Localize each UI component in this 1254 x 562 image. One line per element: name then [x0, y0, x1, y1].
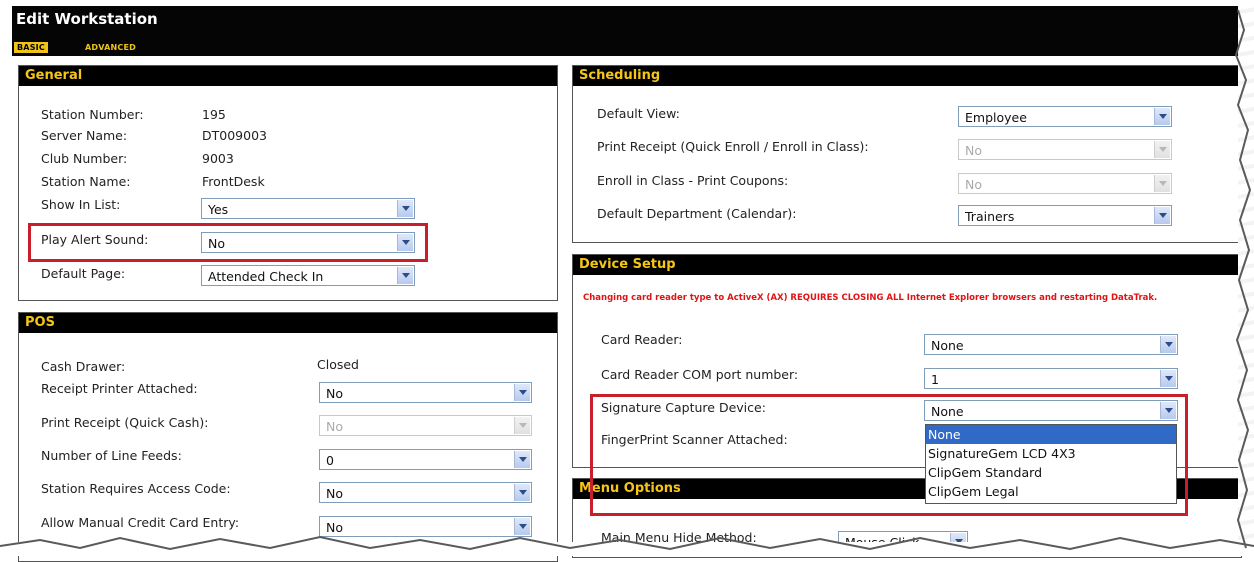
chevron-down-icon	[397, 267, 413, 284]
chevron-down-icon	[397, 200, 413, 217]
receipt-printer-select[interactable]: No	[319, 382, 532, 403]
pos-panel: POS Cash Drawer: Closed Receipt Printer …	[18, 312, 558, 562]
chevron-down-icon	[1154, 141, 1170, 158]
print-receipt-quick-cash-value: No	[326, 419, 343, 434]
chevron-down-icon	[1160, 336, 1176, 353]
line-feeds-value: 0	[326, 453, 334, 468]
chevron-down-icon	[514, 384, 530, 401]
print-receipt-enroll-label: Print Receipt (Quick Enroll / Enroll in …	[597, 139, 869, 154]
edit-workstation-screen: Edit Workstation Basic Advanced General …	[0, 0, 1254, 562]
tab-advanced[interactable]: Advanced	[82, 42, 139, 53]
signature-option-none[interactable]: None	[926, 425, 1176, 444]
com-port-label: Card Reader COM port number:	[601, 367, 799, 382]
device-setup-panel-title: Device Setup	[573, 255, 1241, 275]
torn-edge-bottom	[0, 542, 1254, 556]
access-code-label: Station Requires Access Code:	[41, 481, 231, 496]
signature-option-signaturegem[interactable]: SignatureGem LCD 4X3	[926, 444, 1176, 463]
com-port-select[interactable]: 1	[924, 368, 1178, 389]
default-view-select[interactable]: Employee	[958, 106, 1172, 127]
tab-basic[interactable]: Basic	[14, 42, 48, 53]
page-title: Edit Workstation	[16, 10, 158, 28]
print-coupons-select: No	[958, 173, 1172, 194]
default-page-label: Default Page:	[41, 266, 126, 281]
cash-drawer-value: Closed	[317, 357, 359, 372]
print-receipt-quick-cash-select: No	[319, 415, 532, 436]
torn-edge-right	[1238, 0, 1254, 556]
default-view-value: Employee	[965, 110, 1027, 125]
station-number-value: 195	[202, 107, 226, 122]
chevron-down-icon	[1154, 108, 1170, 125]
station-number-label: Station Number:	[41, 107, 144, 122]
card-reader-warning: Changing card reader type to ActiveX (AX…	[583, 293, 1158, 303]
chevron-down-icon	[514, 484, 530, 501]
scheduling-panel: Scheduling Default View: Employee Print …	[572, 65, 1242, 243]
club-number-label: Club Number:	[41, 151, 128, 166]
server-name-value: DT009003	[202, 128, 267, 143]
club-number-value: 9003	[202, 151, 234, 166]
show-in-list-value: Yes	[208, 202, 229, 217]
play-alert-sound-highlight	[28, 223, 428, 262]
print-coupons-value: No	[965, 177, 982, 192]
default-department-label: Default Department (Calendar):	[597, 206, 797, 221]
com-port-value: 1	[931, 372, 939, 387]
print-receipt-quick-cash-label: Print Receipt (Quick Cash):	[41, 415, 209, 430]
print-coupons-label: Enroll in Class - Print Coupons:	[597, 173, 789, 188]
default-department-select[interactable]: Trainers	[958, 205, 1172, 226]
line-feeds-select[interactable]: 0	[319, 449, 532, 470]
manual-credit-label: Allow Manual Credit Card Entry:	[41, 515, 240, 530]
manual-credit-value: No	[326, 520, 343, 535]
station-name-value: FrontDesk	[202, 174, 265, 189]
cash-drawer-label: Cash Drawer:	[41, 359, 126, 374]
show-in-list-select[interactable]: Yes	[201, 198, 415, 219]
station-name-label: Station Name:	[41, 174, 131, 189]
receipt-printer-label: Receipt Printer Attached:	[41, 381, 198, 396]
card-reader-value: None	[931, 338, 964, 353]
pos-panel-title: POS	[19, 313, 557, 333]
show-in-list-label: Show In List:	[41, 197, 121, 212]
chevron-down-icon	[1160, 370, 1176, 387]
line-feeds-label: Number of Line Feeds:	[41, 448, 182, 463]
card-reader-label: Card Reader:	[601, 332, 683, 347]
manual-credit-select[interactable]: No	[319, 516, 532, 537]
signature-option-clipgem-standard[interactable]: ClipGem Standard	[926, 463, 1176, 482]
server-name-label: Server Name:	[41, 128, 128, 143]
general-panel: General Station Number: 195 Server Name:…	[18, 65, 558, 301]
general-panel-title: General	[19, 66, 557, 86]
default-page-select[interactable]: Attended Check In	[201, 265, 415, 286]
receipt-printer-value: No	[326, 386, 343, 401]
default-department-value: Trainers	[965, 209, 1015, 224]
chevron-down-icon	[514, 518, 530, 535]
chevron-down-icon	[514, 451, 530, 468]
chevron-down-icon	[514, 417, 530, 434]
access-code-select[interactable]: No	[319, 482, 532, 503]
default-page-value: Attended Check In	[208, 269, 324, 284]
access-code-value: No	[326, 486, 343, 501]
title-bar: Edit Workstation Basic Advanced	[12, 6, 1247, 56]
print-receipt-enroll-select: No	[958, 139, 1172, 160]
signature-option-clipgem-legal[interactable]: ClipGem Legal	[926, 482, 1176, 501]
print-receipt-enroll-value: No	[965, 143, 982, 158]
chevron-down-icon	[1154, 207, 1170, 224]
default-view-label: Default View:	[597, 106, 680, 121]
chevron-down-icon	[1154, 175, 1170, 192]
signature-device-options: None SignatureGem LCD 4X3 ClipGem Standa…	[925, 424, 1177, 504]
scheduling-panel-title: Scheduling	[573, 66, 1241, 86]
card-reader-select[interactable]: None	[924, 334, 1178, 355]
